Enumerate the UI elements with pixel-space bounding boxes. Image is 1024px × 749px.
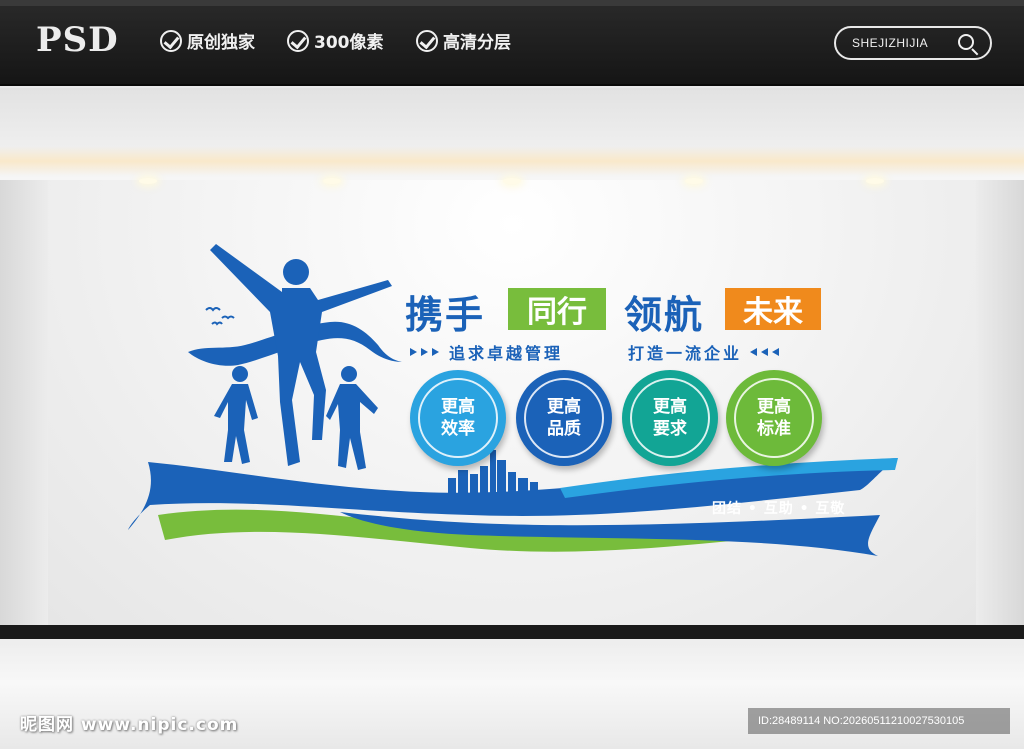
value-circle-requirement: 更高 要求 — [622, 370, 718, 466]
title-text-2: 同行 — [508, 288, 606, 330]
value-circle-inner: 更高 要求 — [630, 378, 710, 458]
value-circle-line2: 要求 — [653, 419, 687, 439]
right-runner-silhouette — [326, 366, 378, 470]
value-circle-line1: 更高 — [441, 397, 475, 417]
value-circle-efficiency: 更高 效率 — [410, 370, 506, 466]
slogan-right: 打造一流企业 — [628, 340, 783, 364]
arrow-right-icon — [432, 348, 439, 356]
motto-text: 团结 • 互助 • 互敬 — [712, 501, 846, 517]
value-circle-line1: 更高 — [757, 397, 791, 417]
birds-icon — [205, 307, 235, 326]
value-circle-inner: 更高 标准 — [734, 378, 814, 458]
slogan-left-text: 追求卓越管理 — [449, 344, 564, 363]
value-circle-inner: 更高 效率 — [418, 378, 498, 458]
value-circle-quality: 更高 品质 — [516, 370, 612, 466]
value-circle-standard: 更高 标准 — [726, 370, 822, 466]
value-circle-line1: 更高 — [653, 397, 687, 417]
value-circle-line1: 更高 — [547, 397, 581, 417]
value-circle-line2: 品质 — [547, 419, 581, 439]
arrow-right-icon — [410, 348, 417, 356]
watermark-right: ID:28489114 NO:20260511210027530105 — [748, 708, 1010, 734]
value-circle-line2: 标准 — [757, 419, 791, 439]
slogan-right-text: 打造一流企业 — [628, 344, 743, 363]
title-text-1: 携手 — [405, 293, 486, 337]
arrow-left-icon — [772, 348, 780, 356]
slogan-left: 追求卓越管理 — [410, 340, 563, 364]
arrow-right-icon — [421, 348, 428, 356]
arrow-left-icon — [761, 348, 769, 356]
watermark-left: 昵图网 www.nipic.com — [20, 715, 239, 735]
left-runner-silhouette — [214, 366, 258, 464]
title-text-3: 领航 — [624, 293, 705, 337]
value-circle-inner: 更高 品质 — [524, 378, 604, 458]
wall-graphic — [128, 244, 898, 556]
arrow-left-icon — [750, 348, 758, 356]
title-text-4: 未来 — [725, 288, 821, 330]
value-circle-line2: 效率 — [441, 419, 475, 439]
